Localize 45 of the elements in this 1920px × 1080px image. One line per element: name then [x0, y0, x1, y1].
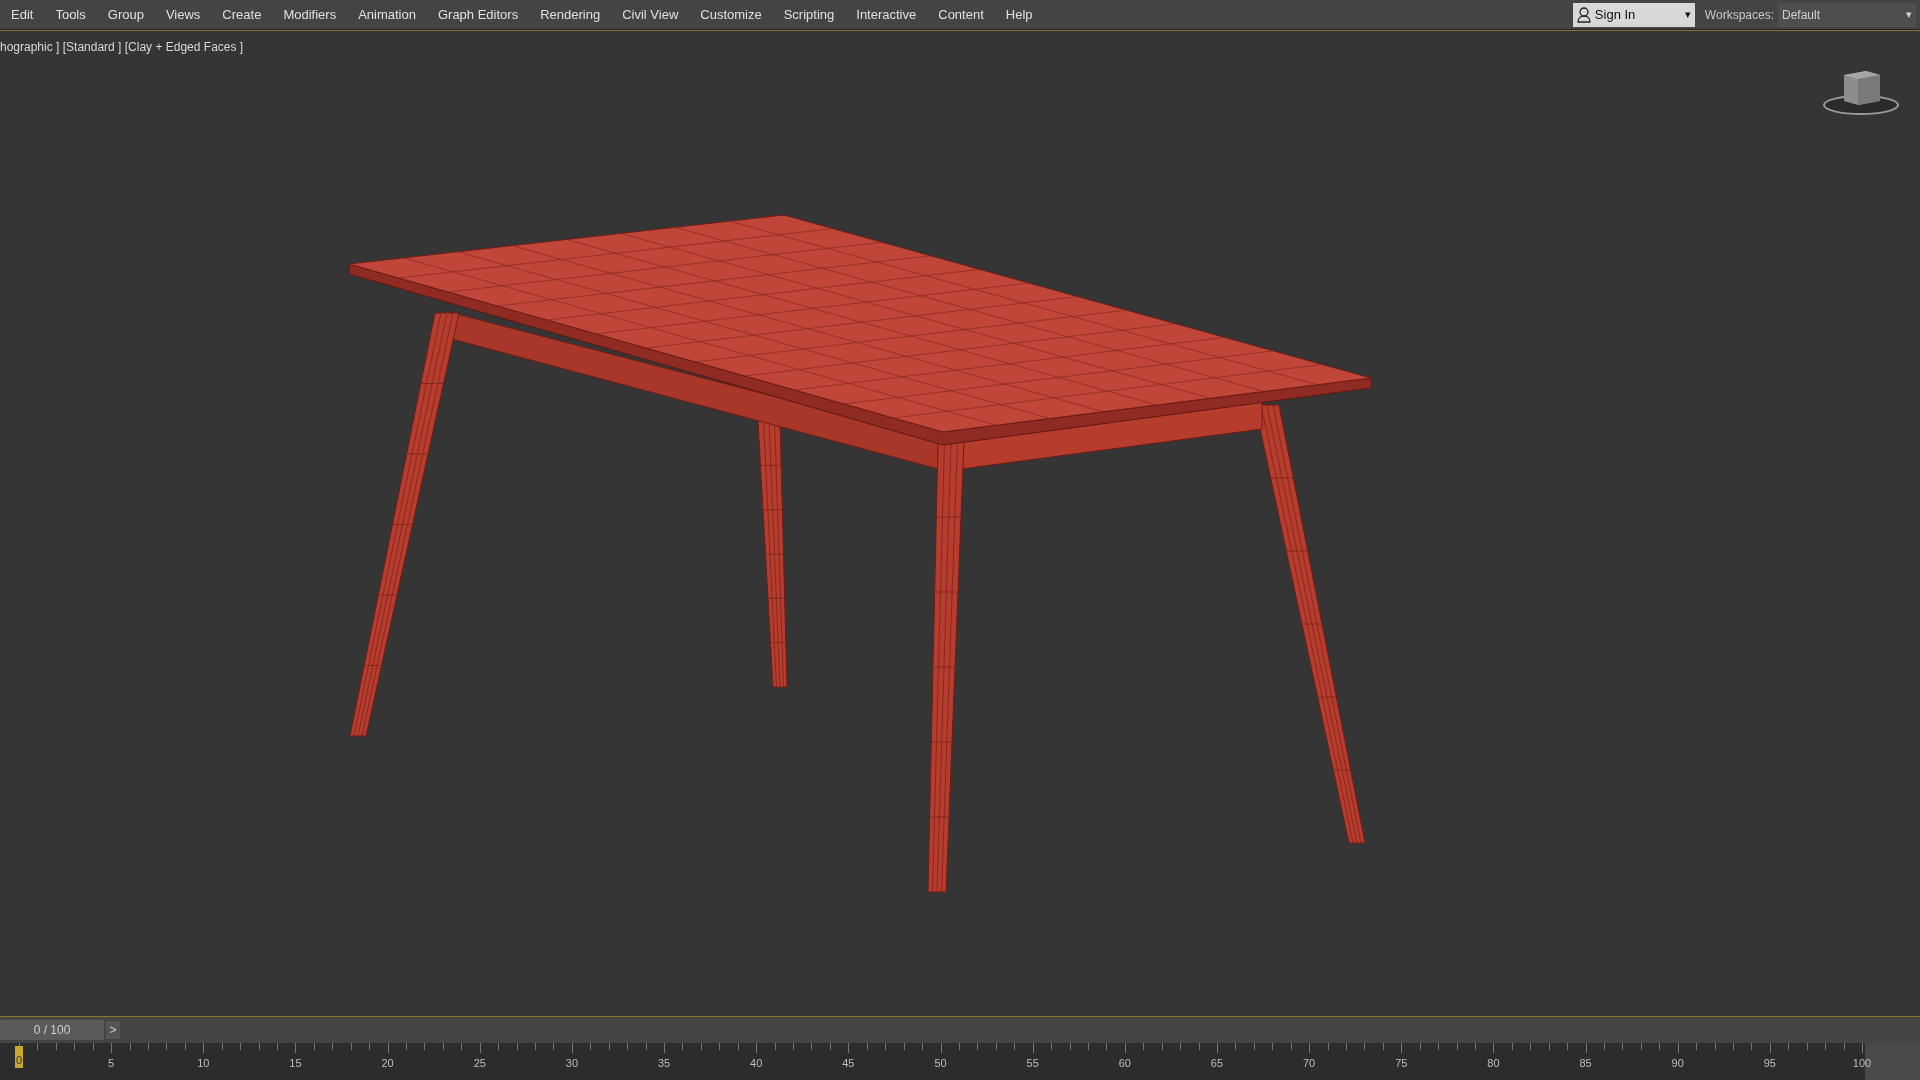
menu-item[interactable]: Customize [689, 4, 773, 25]
frame-number: 85 [1579, 1056, 1592, 1071]
menu-item[interactable]: Rendering [529, 4, 612, 25]
menu-item[interactable]: Civil View [611, 4, 690, 25]
frame-number: 15 [289, 1056, 302, 1071]
viewport[interactable]: hographic ] [Standard ] [Clay + Edged Faces ] [0, 30, 1920, 1017]
frame-number: 25 [473, 1056, 486, 1071]
sign-in-button[interactable]: Sign In ▾ [1572, 2, 1695, 27]
menu-item[interactable]: Create [211, 4, 273, 25]
frame-number: 80 [1487, 1056, 1500, 1071]
frame-number: 100 [1852, 1056, 1872, 1071]
workspaces-label: Workspaces: [1704, 6, 1774, 24]
frame-number: 30 [565, 1056, 578, 1071]
frame-number: 90 [1671, 1056, 1684, 1071]
menu-item[interactable]: Tools [44, 4, 97, 25]
menu-item[interactable]: Modifiers [272, 4, 348, 25]
time-slider[interactable]: 0 / 100 [0, 1020, 104, 1040]
frame-number: 45 [842, 1056, 855, 1071]
menu-item[interactable]: Edit [0, 4, 45, 25]
menu-item[interactable]: Help [994, 4, 1044, 25]
frame-number: 95 [1763, 1056, 1776, 1071]
frame-number: 60 [1118, 1056, 1131, 1071]
frame-number: 5 [108, 1056, 115, 1071]
frame-number: 35 [657, 1056, 671, 1071]
frame-number: 20 [381, 1056, 394, 1071]
current-frame-marker[interactable]: 0 [15, 1046, 24, 1068]
workspaces-dropdown[interactable]: Default ▾ [1778, 2, 1916, 27]
timeline-ruler[interactable]: 0 5 10 15 20 25 30 35 40 45 50 55 60 65 70 75 80 85 90 95 100 [0, 1043, 1920, 1080]
next-frame-button[interactable]: > [106, 1021, 120, 1039]
frame-number: 55 [1026, 1056, 1039, 1071]
menu-item[interactable]: Graph Editors [426, 4, 530, 25]
frame-number: 70 [1302, 1056, 1316, 1071]
frame-number: 65 [1210, 1056, 1224, 1071]
frame-number: 10 [197, 1056, 210, 1071]
menu-item[interactable]: Animation [347, 4, 427, 25]
frame-number: 75 [1395, 1056, 1408, 1071]
menu-item[interactable]: Scripting [772, 4, 846, 25]
frame-number: 40 [750, 1056, 763, 1071]
viewport-label[interactable]: hographic ] [Standard ] [Clay + Edged Faces ] [0, 38, 244, 56]
user-icon [1576, 6, 1591, 23]
menu-item[interactable]: Content [927, 4, 995, 25]
menu-item[interactable]: Views [154, 4, 212, 25]
menu-item[interactable]: Group [96, 4, 155, 25]
menu-item[interactable]: Interactive [845, 4, 928, 25]
frame-number: 50 [934, 1056, 947, 1071]
